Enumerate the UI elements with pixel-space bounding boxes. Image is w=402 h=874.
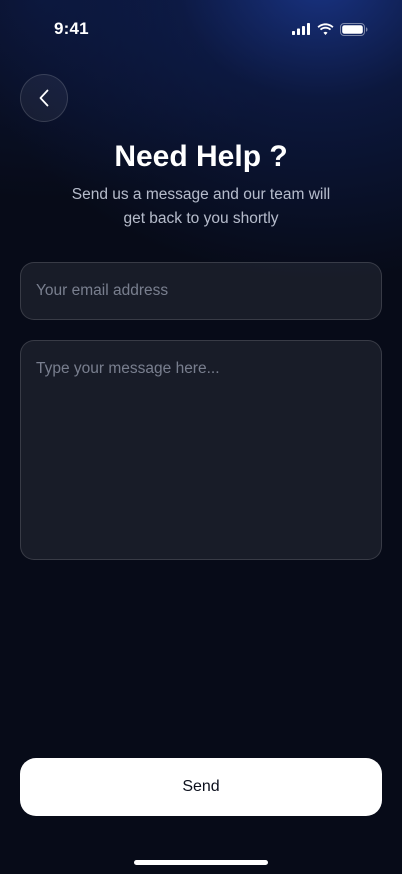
home-indicator xyxy=(134,860,268,865)
page-subtitle: Send us a message and our team will get … xyxy=(71,186,331,227)
message-field[interactable] xyxy=(20,340,382,560)
chevron-left-icon xyxy=(39,89,49,107)
status-time: 9:41 xyxy=(54,19,89,38)
cellular-signal-icon xyxy=(292,23,310,35)
wifi-icon xyxy=(317,23,334,35)
battery-icon xyxy=(340,22,368,36)
status-icons xyxy=(292,22,368,36)
email-field[interactable] xyxy=(20,262,382,320)
send-button[interactable]: Send xyxy=(20,758,382,816)
page-title: Need Help ? xyxy=(114,140,288,173)
status-bar: 9:41 xyxy=(0,0,402,58)
help-screen: 9:41 Need Help ? Send us a message and o… xyxy=(0,0,402,874)
back-button[interactable] xyxy=(20,74,68,122)
